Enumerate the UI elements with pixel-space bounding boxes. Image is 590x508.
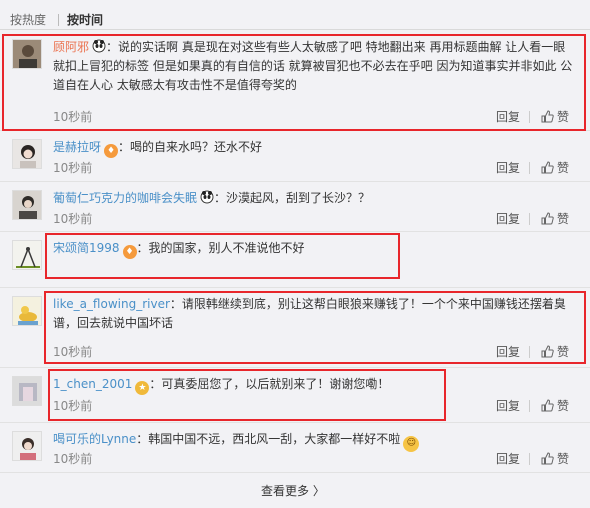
action-divider [529,346,530,358]
comment-time: 10秒前 [53,212,93,226]
reply-button[interactable]: 回复 [496,345,520,359]
avatar[interactable] [12,296,42,326]
thumbs-up-icon [541,345,554,358]
thumbs-up-icon [541,212,554,225]
like-button[interactable]: 赞 [541,110,569,124]
comment-item: 是赫拉呀 ♦ ：喝的自来水吗？还水不好 10秒前 回复 赞 [0,131,590,182]
comment-time: 10秒前 [53,452,93,466]
comment-text-block: 顾阿邪 ：说的实话啊 真是现在对这些有些人太敏感了吧 特地翻出来 再用标题曲解 让… [53,38,576,95]
panda-emoji-icon [92,39,107,53]
thumbs-up-icon [541,161,554,174]
fire-badge-icon: ♦ [122,245,137,259]
avatar[interactable] [12,139,42,169]
thumbs-up-icon [541,399,554,412]
username-link[interactable]: 葡萄仁巧克力的咖啡会失眠 [53,191,197,205]
comment-text: ：我的国家，别人不准说他不好 [136,241,305,255]
like-button[interactable]: 赞 [541,345,569,359]
avatar[interactable] [12,39,42,69]
comment-item: 葡萄仁巧克力的咖啡会失眠 ：沙漠起风，刮到了长沙？？ 10秒前 回复 赞 [0,182,590,232]
like-button[interactable]: 赞 [541,452,569,466]
tab-time[interactable]: 按时间 [67,13,103,27]
comment-time: 10秒前 [53,345,93,359]
tab-hot[interactable]: 按热度 [10,13,46,27]
action-divider [529,213,530,225]
comment-item: 喝可乐的Lynne：韩国中国不远，西北风一刮，大家都一样好不啦 ☺ 10秒前 回复… [0,423,590,473]
comment-item: 顾阿邪 ：说的实话啊 真是现在对这些有些人太敏感了吧 特地翻出来 再用标题曲解 让… [0,31,590,131]
action-divider [529,162,530,174]
like-label: 赞 [557,399,570,413]
comment-text-block: 是赫拉呀 ♦ ：喝的自来水吗？还水不好 [53,138,576,158]
laughing-face-emoji-icon: ☺ [403,436,420,452]
comment-item: like_a_flowing_river：请限韩继续到底，别让这帮白眼狼来赚钱了… [0,288,590,368]
reply-button[interactable]: 回复 [496,161,520,175]
like-button[interactable]: 赞 [541,212,569,226]
comment-text: ：说的实话啊 真是现在对这些有些人太敏感了吧 特地翻出来 再用标题曲解 让人看一… [53,40,573,92]
comment-text-block: 宋颂简1998 ♦ ：我的国家，别人不准说他不好 [53,239,576,259]
avatar[interactable] [12,240,42,270]
like-label: 赞 [557,110,570,124]
username-link[interactable]: like_a_flowing_river [53,297,170,311]
panda-emoji-icon [200,190,215,204]
comment-item: 1_chen_2001 ★ ：可真委屈您了，以后就别来了！谢谢您嘞！ 10秒前 回复… [0,368,590,423]
like-label: 赞 [557,452,570,466]
like-label: 赞 [557,212,570,226]
fire-badge-icon: ♦ [104,144,119,158]
like-label: 赞 [557,161,570,175]
like-button[interactable]: 赞 [541,399,569,413]
thumbs-up-icon [541,110,554,123]
gold-medal-badge-icon: ★ [135,381,150,395]
sort-divider [58,14,59,26]
username-link[interactable]: 1_chen_2001 [53,377,132,391]
comment-time: 10秒前 [53,110,93,124]
comment-text: ：韩国中国不远，西北风一刮，大家都一样好不啦 [136,432,401,446]
username-link[interactable]: 是赫拉呀 [53,140,101,154]
action-divider [529,400,530,412]
comment-item: 宋颂简1998 ♦ ：我的国家，别人不准说他不好 [0,232,590,288]
avatar[interactable] [12,376,42,406]
comment-text-block: 1_chen_2001 ★ ：可真委屈您了，以后就别来了！谢谢您嘞！ [53,375,576,395]
comment-text: ：沙漠起风，刮到了长沙？？ [214,191,371,205]
like-label: 赞 [557,345,570,359]
view-more-link[interactable]: 查看更多 〉 [261,484,325,498]
username-link[interactable]: 顾阿邪 [53,40,89,54]
reply-button[interactable]: 回复 [496,110,520,124]
reply-button[interactable]: 回复 [496,399,520,413]
comment-time: 10秒前 [53,161,93,175]
comment-text: ：喝的自来水吗？还水不好 [118,140,263,154]
comment-text: ：可真委屈您了，以后就别来了！谢谢您嘞！ [149,377,390,391]
action-divider [529,453,530,465]
comment-time: 10秒前 [53,399,93,413]
comment-text-block: like_a_flowing_river：请限韩继续到底，别让这帮白眼狼来赚钱了… [53,295,576,333]
like-button[interactable]: 赞 [541,161,569,175]
comment-text-block: 喝可乐的Lynne：韩国中国不远，西北风一刮，大家都一样好不啦 ☺ [53,430,576,452]
username-link[interactable]: 宋颂简1998 [53,241,120,255]
avatar[interactable] [12,190,42,220]
comment-text-block: 葡萄仁巧克力的咖啡会失眠 ：沙漠起风，刮到了长沙？？ [53,189,576,208]
thumbs-up-icon [541,452,554,465]
action-divider [529,111,530,123]
reply-button[interactable]: 回复 [496,452,520,466]
reply-button[interactable]: 回复 [496,212,520,226]
username-link[interactable]: 喝可乐的Lynne [53,432,136,446]
avatar[interactable] [12,431,42,461]
sort-bar: 按热度 按时间 [0,0,590,30]
